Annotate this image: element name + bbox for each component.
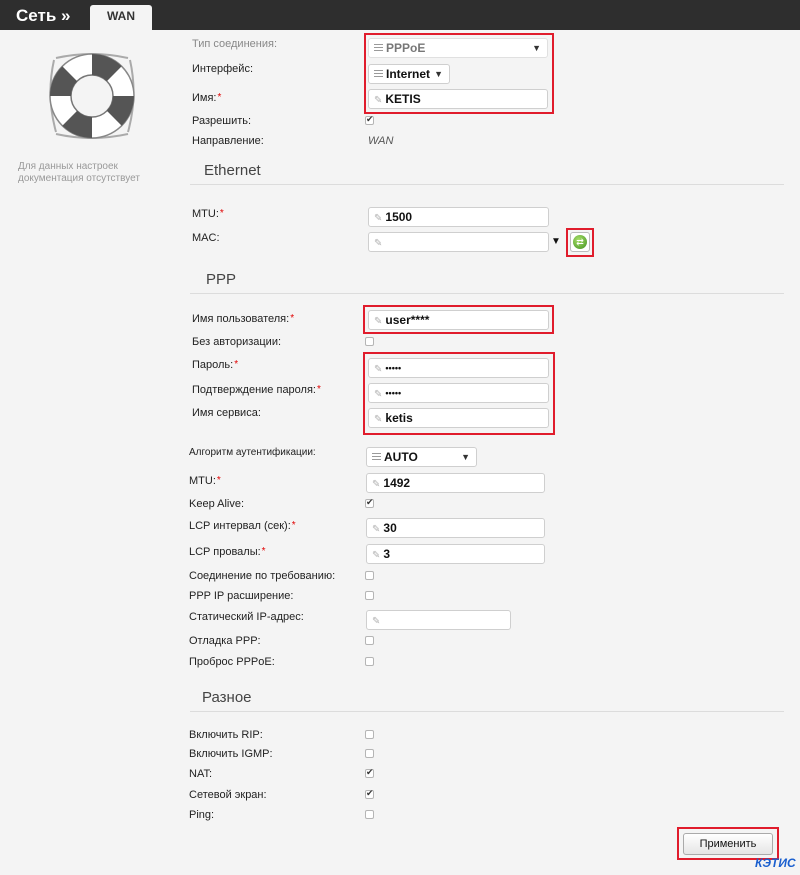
mac-input[interactable]: ✎ xyxy=(368,232,549,252)
section-misc: Разное xyxy=(202,689,252,706)
firewall-checkbox[interactable] xyxy=(365,788,374,799)
static-ip-input[interactable]: ✎ xyxy=(366,610,511,630)
ppp-mtu-label: MTU:* xyxy=(189,475,221,487)
pencil-icon: ✎ xyxy=(372,550,381,561)
nat-label: NAT: xyxy=(189,768,213,780)
rip-checkbox[interactable] xyxy=(365,730,374,739)
auth-algo-label: Алгоритм аутентификации: xyxy=(189,447,316,458)
lcp-interval-label: LCP интервал (сек):* xyxy=(189,520,296,532)
direction-value: WAN xyxy=(368,135,394,147)
igmp-label: Включить IGMP: xyxy=(189,748,273,760)
keep-alive-label: Keep Alive: xyxy=(189,498,245,510)
mac-label: MAC: xyxy=(192,232,220,244)
pencil-icon: ✎ xyxy=(374,238,383,249)
on-demand-label: Соединение по требованию: xyxy=(189,570,336,582)
name-label: Имя:* xyxy=(192,92,222,104)
pencil-icon: ✎ xyxy=(372,479,381,490)
igmp-checkbox[interactable] xyxy=(365,749,374,758)
divider xyxy=(190,293,784,294)
no-auth-checkbox[interactable] xyxy=(365,337,374,346)
service-name-label: Имя сервиса: xyxy=(192,407,261,419)
eth-mtu-input[interactable]: ✎ 1500 xyxy=(368,207,549,227)
top-bar: Сеть » WAN xyxy=(0,0,800,31)
nat-checkbox[interactable] xyxy=(365,767,374,778)
lcp-fails-label: LCP провалы:* xyxy=(189,546,266,558)
eth-mtu-label: MTU:* xyxy=(192,208,224,220)
ip-extension-label: PPP IP расширение: xyxy=(189,590,294,602)
highlight-general xyxy=(364,33,554,114)
ppp-mtu-input[interactable]: ✎ 1492 xyxy=(366,473,545,493)
lcp-fails-input[interactable]: ✎ 3 xyxy=(366,544,545,564)
highlight-mac xyxy=(566,228,594,257)
section-ppp: PPP xyxy=(206,271,237,288)
keep-alive-checkbox[interactable] xyxy=(365,497,374,508)
firewall-label: Сетевой экран: xyxy=(189,789,267,801)
auth-algo-value: AUTO xyxy=(384,450,418,464)
static-ip-label: Статический IP-адрес: xyxy=(189,611,304,623)
ppp-debug-checkbox[interactable] xyxy=(365,636,374,645)
ppp-debug-label: Отладка PPP: xyxy=(189,635,261,647)
password-label: Пароль:* xyxy=(192,359,239,371)
ping-label: Ping: xyxy=(189,809,215,821)
interface-label: Интерфейс: xyxy=(192,63,253,75)
on-demand-checkbox[interactable] xyxy=(365,571,374,580)
list-icon xyxy=(372,453,381,462)
auth-algo-select[interactable]: AUTO ▼ xyxy=(366,447,477,467)
ip-extension-checkbox[interactable] xyxy=(365,591,374,600)
username-label: Имя пользователя:* xyxy=(192,313,295,325)
section-title[interactable]: Сеть » xyxy=(16,6,70,26)
rip-label: Включить RIP: xyxy=(189,729,263,741)
direction-label: Направление: xyxy=(192,135,264,147)
pppoe-passthrough-label: Проброс PPPoE: xyxy=(189,656,275,668)
pencil-icon: ✎ xyxy=(374,213,383,224)
password-confirm-label: Подтверждение пароля:* xyxy=(192,384,321,396)
watermark: КЭТИС xyxy=(755,856,796,870)
enable-checkbox[interactable] xyxy=(365,114,374,125)
chevron-down-icon: ▼ xyxy=(461,452,470,462)
no-auth-label: Без авторизации: xyxy=(192,336,282,348)
ping-checkbox[interactable] xyxy=(365,810,374,819)
conn-type-label: Тип соединения: xyxy=(192,38,277,50)
highlight-username xyxy=(363,305,554,334)
pencil-icon: ✎ xyxy=(372,524,381,535)
mac-dropdown-arrow[interactable]: ▼ xyxy=(551,236,561,247)
lcp-interval-input[interactable]: ✎ 30 xyxy=(366,518,545,538)
section-ethernet: Ethernet xyxy=(204,162,261,179)
doc-note: Для данных настроек документация отсутст… xyxy=(18,161,140,184)
lifebuoy-icon xyxy=(49,53,135,139)
enable-label: Разрешить: xyxy=(192,115,252,127)
tab-wan[interactable]: WAN xyxy=(90,5,152,31)
pppoe-passthrough-checkbox[interactable] xyxy=(365,657,374,666)
divider xyxy=(190,711,784,712)
divider xyxy=(190,184,784,185)
highlight-credentials xyxy=(363,352,555,435)
pencil-icon: ✎ xyxy=(372,616,381,627)
